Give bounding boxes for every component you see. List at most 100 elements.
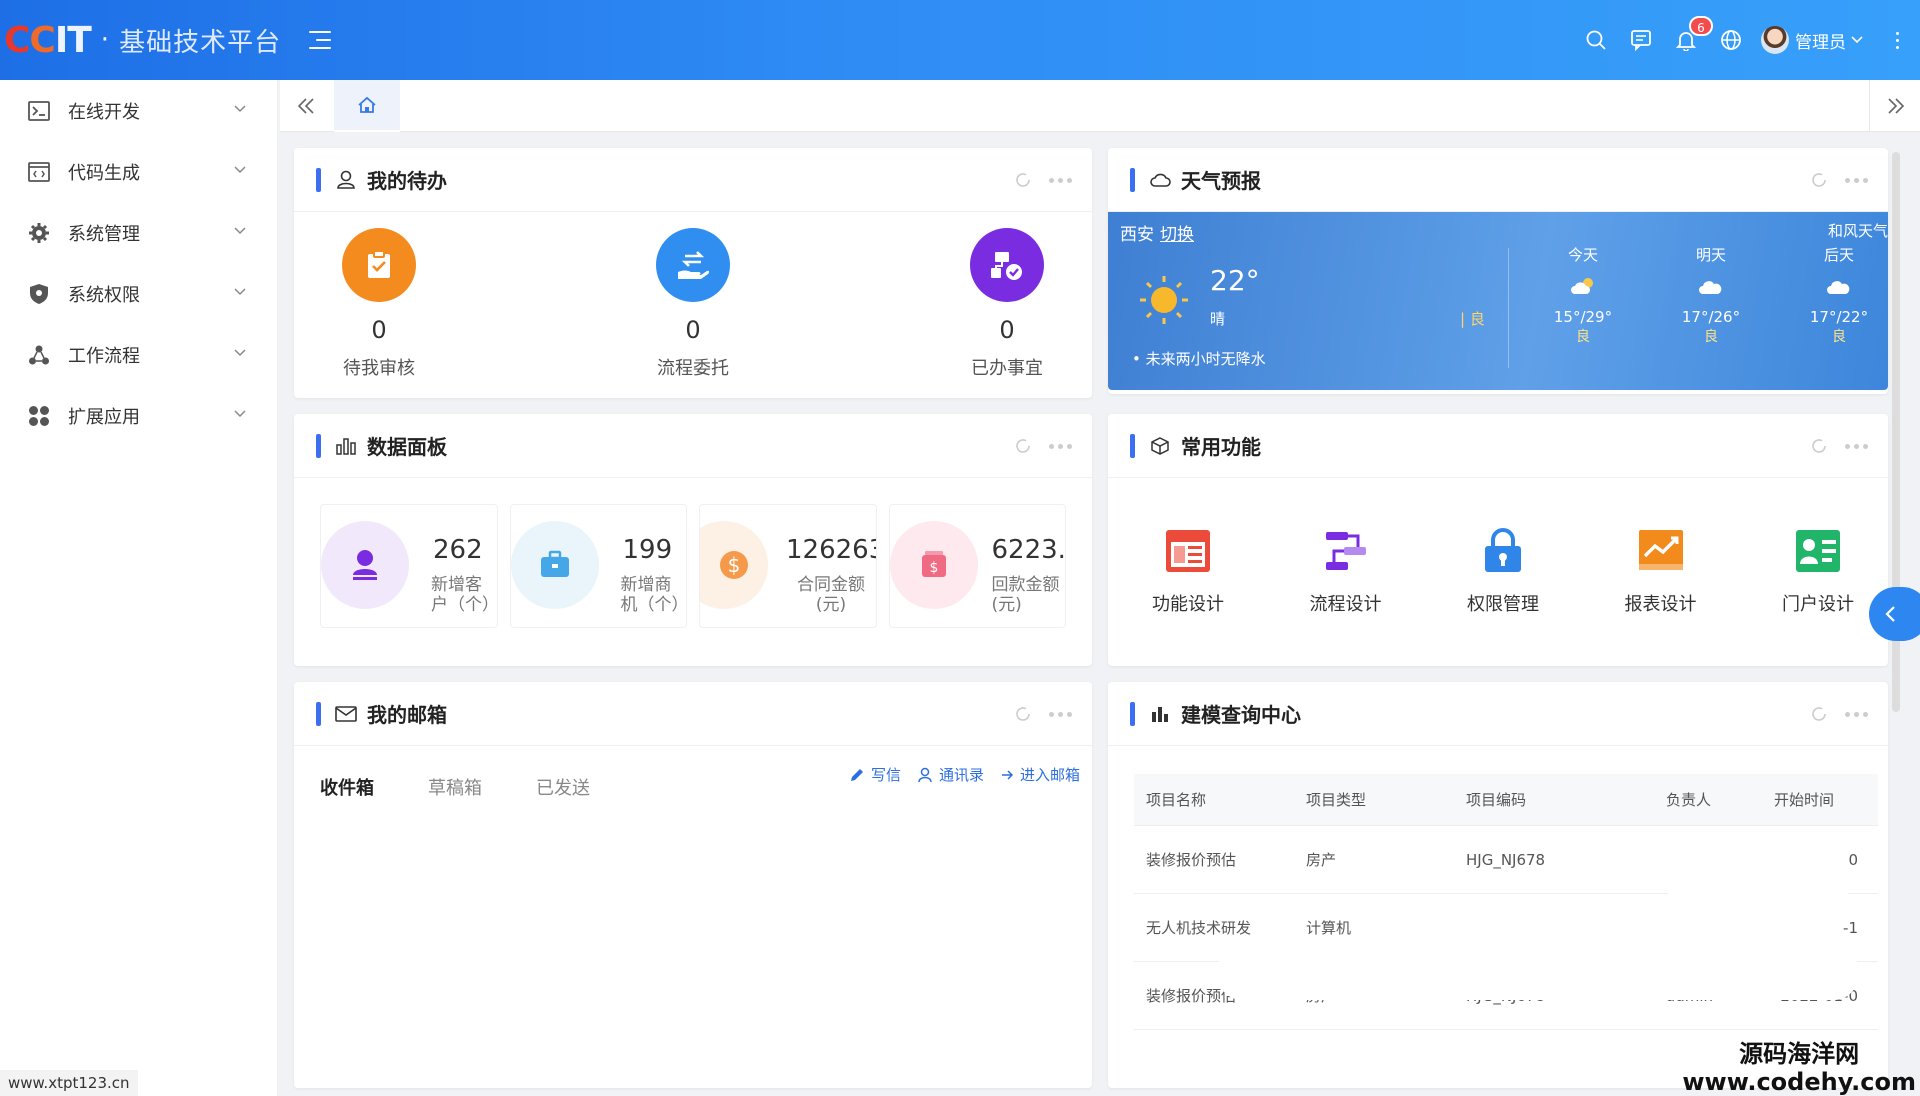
sidebar: 在线开发 代码生成 系统管理 系统权限 工作流程 扩展应用 [0, 80, 278, 1096]
stat-new-opportunities[interactable]: 199 新增商机（个） [509, 504, 687, 628]
logo-mark: CCIT [4, 19, 92, 61]
tab-inbox[interactable]: 收件箱 [320, 774, 374, 800]
write-mail-button[interactable]: 写信 [849, 764, 901, 785]
refresh-icon[interactable] [1809, 704, 1829, 724]
func-permission-manage[interactable]: 权限管理 [1433, 528, 1573, 616]
open-mailbox-button[interactable]: 进入邮箱 [1000, 764, 1080, 785]
mail-card: 我的邮箱 收件箱 草稿箱 已发送 写信 通讯录 进入邮箱 [294, 682, 1092, 1088]
avatar [1761, 26, 1789, 54]
func-flow-design[interactable]: 流程设计 [1276, 528, 1416, 616]
chevron-down-icon [234, 288, 246, 296]
stat-new-customers[interactable]: 262 新增客户（个） [320, 504, 498, 628]
user-name: 管理员 [1795, 32, 1846, 53]
todo-item-delegate[interactable]: 0 流程委托 [648, 228, 738, 380]
chevron-down-icon [1851, 36, 1863, 44]
globe-icon[interactable] [1708, 0, 1753, 80]
cloud-icon [1656, 264, 1766, 308]
more-icon[interactable] [1845, 711, 1868, 717]
sun-icon [1140, 276, 1188, 324]
bell-icon[interactable]: 6 [1663, 0, 1713, 80]
home-icon [358, 96, 376, 113]
query-card: 建模查询中心 项目名称 项目类型 项目编码 负责人 开始时间 装修报价预估 房产… [1108, 682, 1888, 1088]
search-icon[interactable] [1573, 0, 1618, 80]
side-panel-toggle[interactable] [1869, 587, 1920, 641]
stat-payment-amount[interactable]: $ 6223.2 回款金额(元) [888, 504, 1066, 628]
svg-text:$: $ [929, 560, 938, 576]
chevron-down-icon [234, 410, 246, 418]
double-chevron-right-icon[interactable] [1886, 96, 1906, 116]
more-icon[interactable] [1845, 177, 1868, 183]
func-feature-design[interactable]: 功能设计 [1118, 528, 1258, 616]
user-menu[interactable]: 管理员 [1761, 26, 1864, 54]
tab-drafts[interactable]: 草稿箱 [428, 774, 482, 800]
gear-icon [28, 222, 50, 244]
sidebar-item-extensions[interactable]: 扩展应用 [0, 385, 277, 446]
platform-name: 基础技术平台 [119, 27, 282, 58]
city-name: 西安 [1120, 225, 1154, 245]
sidebar-item-system-manage[interactable]: 系统管理 [0, 202, 277, 263]
weather-card: 天气预报 西安 切换 22° 晴 | 良 • 未来两小时无降水 和风天气 今天 1… [1108, 148, 1888, 394]
menu-toggle-icon[interactable] [309, 31, 332, 49]
table-header: 项目名称 项目类型 项目编码 负责人 开始时间 [1134, 774, 1878, 826]
more-icon[interactable] [1049, 711, 1072, 717]
more-icon[interactable] [1049, 443, 1072, 449]
dollar-coin-icon: $ [699, 521, 768, 609]
code-window-icon [28, 161, 50, 183]
refresh-icon[interactable] [1809, 170, 1829, 190]
user-icon [335, 169, 357, 191]
mail-icon [335, 703, 357, 725]
forecast-day: 后天 17°/22° 良 [1784, 244, 1888, 346]
refresh-icon[interactable] [1013, 704, 1033, 724]
dashboard-card: 数据面板 262 新增客户（个） 199 新增商机（个） $ 126263 合同… [294, 414, 1092, 666]
refresh-icon[interactable] [1013, 170, 1033, 190]
chevron-down-icon [234, 166, 246, 174]
todo-card: 我的待办 0 待我审核 0 流程委托 0 已办事宜 [294, 148, 1092, 398]
current-temp: 22° [1210, 264, 1260, 297]
tab-home[interactable] [334, 80, 400, 132]
rain-forecast: • 未来两小时无降水 [1132, 350, 1266, 368]
sidebar-item-code-gen[interactable]: 代码生成 [0, 141, 277, 202]
more-vertical-icon[interactable] [1882, 31, 1912, 49]
air-quality: | 良 [1460, 310, 1485, 328]
message-icon[interactable] [1618, 0, 1663, 80]
todo-item-review[interactable]: 0 待我审核 [334, 228, 424, 380]
chevron-down-icon [234, 227, 246, 235]
layout-design-icon [1166, 530, 1210, 572]
double-chevron-left-icon[interactable] [296, 96, 316, 116]
more-icon[interactable] [1049, 177, 1072, 183]
chevron-left-icon [1885, 606, 1895, 622]
logo[interactable]: CCIT · 基础技术平台 [4, 20, 281, 61]
top-bar: CCIT · 基础技术平台 6 管理员 [0, 0, 1920, 80]
todo-item-done[interactable]: 0 已办事宜 [962, 228, 1052, 380]
bar-chart-icon [1149, 703, 1171, 725]
weather-provider-link[interactable]: 和风天气 [1828, 220, 1888, 241]
shield-icon [28, 283, 50, 305]
contacts-button[interactable]: 通讯录 [917, 764, 984, 785]
flow-check-icon [970, 228, 1044, 302]
forecast-day: 今天 15°/29° 良 [1528, 244, 1638, 346]
trend-chart-icon [1638, 530, 1683, 570]
briefcase-icon [510, 521, 599, 609]
more-icon[interactable] [1845, 443, 1868, 449]
apps-icon [28, 405, 50, 427]
switch-city-link[interactable]: 切换 [1160, 225, 1194, 245]
func-portal-design[interactable]: 门户设计 [1748, 528, 1888, 616]
sidebar-item-system-permission[interactable]: 系统权限 [0, 263, 277, 324]
cash-box-icon: $ [889, 521, 978, 609]
sidebar-item-online-dev[interactable]: 在线开发 [0, 80, 277, 141]
watermark-left: www.xtpt123.cn [0, 1070, 138, 1096]
cube-icon [1149, 435, 1171, 457]
bar-chart-icon [335, 435, 357, 457]
chevron-down-icon [234, 105, 246, 113]
svg-text:$: $ [728, 553, 741, 577]
functions-card: 常用功能 功能设计 流程设计 权限管理 报表设计 门户设计 [1108, 414, 1888, 666]
func-report-design[interactable]: 报表设计 [1591, 528, 1731, 616]
refresh-icon[interactable] [1809, 436, 1829, 456]
sidebar-item-workflow[interactable]: 工作流程 [0, 324, 277, 385]
stat-contract-amount[interactable]: $ 126263 合同金额(元) [699, 504, 877, 628]
tab-sent[interactable]: 已发送 [536, 774, 590, 800]
terminal-icon [28, 100, 50, 122]
refresh-icon[interactable] [1013, 436, 1033, 456]
transfer-hand-icon [656, 228, 730, 302]
partly-cloudy-icon [1528, 264, 1638, 308]
